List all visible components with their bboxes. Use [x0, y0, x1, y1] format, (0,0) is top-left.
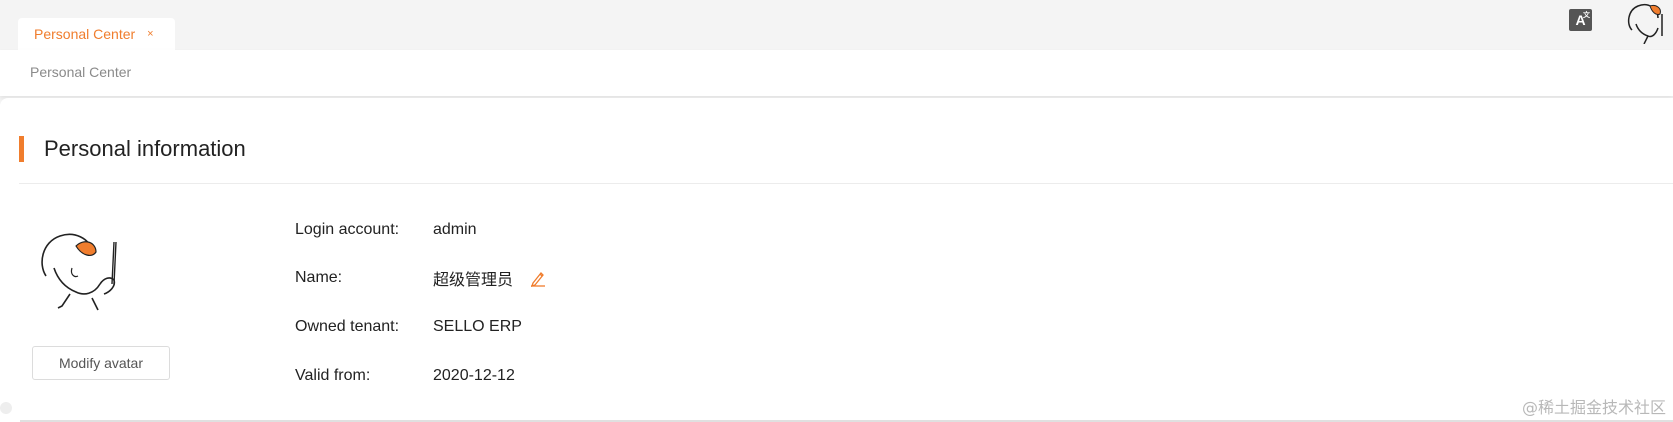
modify-avatar-button[interactable]: Modify avatar: [32, 346, 170, 380]
tab-label: Personal Center: [34, 26, 136, 42]
info-row-valid-from: Valid from: 2020-12-12: [295, 364, 515, 388]
info-row-owned-tenant: Owned tenant: SELLO ERP: [295, 315, 522, 339]
info-label: Owned tenant:: [295, 318, 400, 335]
section-header: Personal information: [19, 136, 246, 162]
tab-close-icon[interactable]: ×: [147, 28, 153, 40]
translate-icon[interactable]: A 文: [1569, 9, 1592, 31]
tab-personal-center[interactable]: Personal Center ×: [18, 18, 175, 50]
edit-icon[interactable]: [529, 269, 547, 287]
user-avatar[interactable]: [1622, 0, 1670, 44]
corner-decoration: [0, 402, 12, 414]
info-value-wrap: 超级管理员: [433, 266, 547, 290]
top-bar: Personal Center × A 文: [0, 0, 1673, 50]
breadcrumb-bar: Personal Center: [0, 50, 1673, 96]
page-title: Personal information: [44, 136, 246, 161]
info-label: Valid from:: [295, 367, 371, 384]
title-accent-bar: [19, 136, 24, 162]
info-value: 超级管理员: [433, 272, 514, 289]
info-label: Login account:: [295, 221, 400, 238]
profile-avatar: [41, 233, 117, 311]
divider: [19, 183, 1673, 184]
info-row-login-account: Login account: admin: [295, 218, 477, 242]
breadcrumb[interactable]: Personal Center: [30, 64, 131, 80]
info-value: SELLO ERP: [433, 318, 522, 335]
watermark: @稀土掘金技术社区: [1521, 398, 1666, 417]
main-content: Personal information Modify avatar Login…: [0, 98, 1673, 422]
info-label: Name:: [295, 269, 343, 286]
info-value: 2020-12-12: [433, 367, 515, 384]
info-row-name: Name: 超级管理员: [295, 266, 547, 290]
translate-sub-glyph: 文: [1583, 12, 1590, 19]
info-value: admin: [433, 221, 477, 238]
